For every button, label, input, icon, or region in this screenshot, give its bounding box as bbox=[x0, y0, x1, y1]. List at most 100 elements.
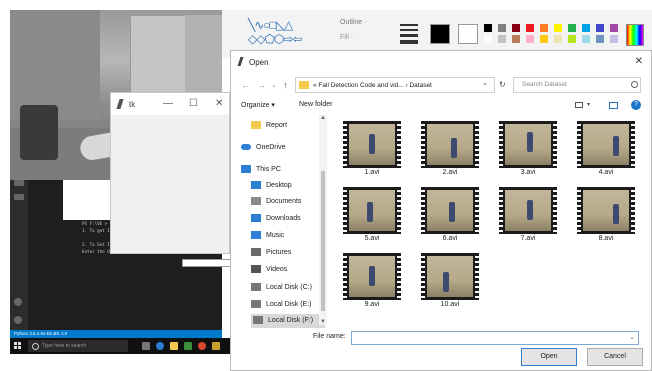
view-icon[interactable] bbox=[575, 102, 583, 108]
chrome-icon[interactable] bbox=[198, 342, 206, 350]
maximize-button[interactable]: ☐ bbox=[189, 98, 198, 109]
file-item[interactable]: 10.avi bbox=[417, 253, 483, 313]
back-arrow-icon[interactable]: ← bbox=[241, 80, 250, 90]
color2-swatch[interactable] bbox=[458, 24, 478, 44]
palette-swatch[interactable] bbox=[512, 35, 520, 43]
account-icon[interactable] bbox=[14, 298, 22, 306]
palette-swatch[interactable] bbox=[540, 24, 548, 32]
close-button[interactable]: ✕ bbox=[215, 98, 223, 109]
nav-item[interactable]: Local Disk (C:) bbox=[251, 281, 312, 295]
new-folder-button[interactable]: New folder bbox=[299, 101, 332, 108]
file-item[interactable]: 8.avi bbox=[573, 187, 639, 247]
task-view-icon[interactable] bbox=[142, 342, 150, 350]
nav-item[interactable]: This PC bbox=[241, 163, 281, 177]
palette-swatch[interactable] bbox=[484, 35, 492, 43]
minimize-button[interactable]: — bbox=[163, 98, 173, 109]
nav-item[interactable]: Local Disk (F:) bbox=[251, 314, 325, 328]
chevron-down-icon[interactable]: ⌄ bbox=[482, 79, 488, 87]
disk-icon bbox=[251, 300, 261, 309]
shapes-gallery[interactable]: ╲∿○□◺△ ◇◇⬠⬡⇨⇦ bbox=[248, 18, 328, 46]
recent-chevron-icon[interactable]: ⌄ bbox=[271, 81, 277, 89]
palette-swatch[interactable] bbox=[526, 35, 534, 43]
scroll-up-icon[interactable]: ▲ bbox=[320, 115, 326, 121]
forward-arrow-icon[interactable]: → bbox=[257, 80, 266, 90]
cancel-button[interactable]: Cancel bbox=[587, 348, 643, 366]
nav-item[interactable]: Local Disk (E:) bbox=[251, 298, 312, 312]
file-item[interactable]: 7.avi bbox=[495, 187, 561, 247]
file-item[interactable]: 3.avi bbox=[495, 121, 561, 181]
palette-swatch[interactable] bbox=[554, 35, 562, 43]
edit-colors-icon[interactable] bbox=[626, 24, 644, 46]
open-button[interactable]: Open bbox=[521, 348, 577, 366]
nav-item[interactable]: Downloads bbox=[251, 212, 301, 226]
file-item[interactable]: 1.avi bbox=[339, 121, 405, 181]
nav-item[interactable]: Pictures bbox=[251, 246, 291, 260]
edge-icon[interactable] bbox=[156, 342, 164, 350]
breadcrumb[interactable]: « Fall Detection Code and vid... › Datas… bbox=[313, 82, 432, 89]
file-item[interactable]: 2.avi bbox=[417, 121, 483, 181]
palette-swatch[interactable] bbox=[582, 35, 590, 43]
video-thumbnail bbox=[343, 187, 401, 234]
gear-icon[interactable] bbox=[14, 316, 22, 324]
palette-swatch[interactable] bbox=[582, 24, 590, 32]
paint-icon[interactable] bbox=[212, 342, 220, 350]
palette-swatch[interactable] bbox=[526, 24, 534, 32]
palette-swatch[interactable] bbox=[596, 35, 604, 43]
palette-swatch[interactable] bbox=[554, 24, 562, 32]
up-arrow-icon[interactable]: ↑ bbox=[283, 80, 288, 90]
downloads-icon bbox=[251, 214, 261, 223]
chevron-down-icon[interactable]: ⌄ bbox=[629, 333, 635, 341]
help-icon[interactable]: ? bbox=[631, 100, 641, 110]
explorer-icon[interactable] bbox=[14, 180, 24, 186]
palette-swatch[interactable] bbox=[498, 24, 506, 32]
refresh-icon[interactable]: ↻ bbox=[499, 80, 506, 89]
file-item[interactable]: 9.avi bbox=[339, 253, 405, 313]
organize-menu[interactable]: Organize ▾ bbox=[241, 101, 275, 109]
chair bbox=[20, 105, 58, 160]
nav-scrollbar[interactable]: ▲ ▼ bbox=[319, 115, 327, 325]
color1-swatch[interactable] bbox=[430, 24, 450, 44]
file-item[interactable]: 5.avi bbox=[339, 187, 405, 247]
palette-swatch[interactable] bbox=[512, 24, 520, 32]
palette-swatch[interactable] bbox=[484, 24, 492, 32]
nav-item[interactable]: OneDrive bbox=[241, 141, 286, 155]
nav-item[interactable]: Videos bbox=[251, 263, 287, 277]
palette-swatch[interactable] bbox=[498, 35, 506, 43]
palette-swatch[interactable] bbox=[596, 24, 604, 32]
search-input[interactable]: Search Dataset bbox=[513, 77, 641, 93]
file-item[interactable]: 6.avi bbox=[417, 187, 483, 247]
file-name: 4.avi bbox=[598, 169, 614, 176]
palette-swatch[interactable] bbox=[568, 35, 576, 43]
file-item[interactable]: 4.avi bbox=[573, 121, 639, 181]
palette-swatch[interactable] bbox=[568, 24, 576, 32]
tk-feather-icon bbox=[116, 99, 124, 109]
pictures-icon bbox=[251, 248, 261, 257]
outline-dropdown[interactable]: Outline · bbox=[340, 19, 366, 26]
file-name-input[interactable]: ⌄ bbox=[351, 331, 639, 345]
size-icon[interactable] bbox=[400, 24, 418, 47]
nav-item[interactable]: Report bbox=[251, 119, 287, 133]
search-icon[interactable] bbox=[14, 194, 24, 200]
file-name: 6.avi bbox=[442, 235, 458, 242]
taskbar-search-input[interactable]: Type here to search bbox=[28, 340, 128, 352]
fill-dropdown[interactable]: Fill · bbox=[340, 34, 353, 41]
video-thumbnail bbox=[499, 121, 557, 168]
windows-start-icon[interactable] bbox=[14, 342, 22, 350]
dialog-close-button[interactable]: ✕ bbox=[635, 56, 643, 67]
nav-item[interactable]: Music bbox=[251, 229, 284, 243]
chevron-down-icon[interactable]: ▾ bbox=[587, 101, 590, 108]
preview-pane-icon[interactable] bbox=[609, 102, 618, 109]
file-explorer-icon[interactable] bbox=[170, 342, 178, 350]
palette-swatch[interactable] bbox=[540, 35, 548, 43]
video-thumbnail bbox=[577, 121, 635, 168]
nav-item[interactable]: Desktop bbox=[251, 179, 292, 193]
palette-swatch[interactable] bbox=[610, 24, 618, 32]
scroll-thumb[interactable] bbox=[321, 171, 325, 311]
tk-file-name-field[interactable] bbox=[182, 259, 232, 267]
nav-item[interactable]: Documents bbox=[251, 195, 301, 209]
nav-item-label: Documents bbox=[266, 198, 302, 205]
palette-swatch[interactable] bbox=[610, 35, 618, 43]
scroll-down-icon[interactable]: ▼ bbox=[320, 319, 326, 325]
address-bar[interactable]: « Fall Detection Code and vid... › Datas… bbox=[295, 77, 495, 93]
store-icon[interactable] bbox=[184, 342, 192, 350]
